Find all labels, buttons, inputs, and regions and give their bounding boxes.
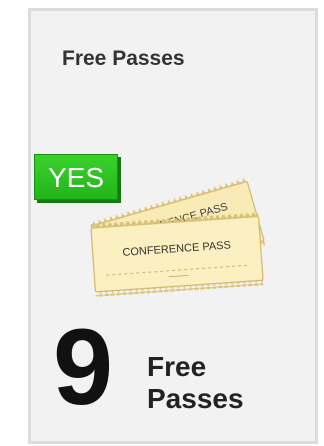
yes-badge: YES (34, 154, 118, 200)
pass-count-label: Free Passes (147, 351, 244, 415)
card-title: Free Passes (62, 47, 185, 70)
pass-count-number: 9 (53, 306, 114, 427)
free-passes-card: Free Passes YES CONFERENCE PASS CONFEREN… (28, 8, 318, 444)
